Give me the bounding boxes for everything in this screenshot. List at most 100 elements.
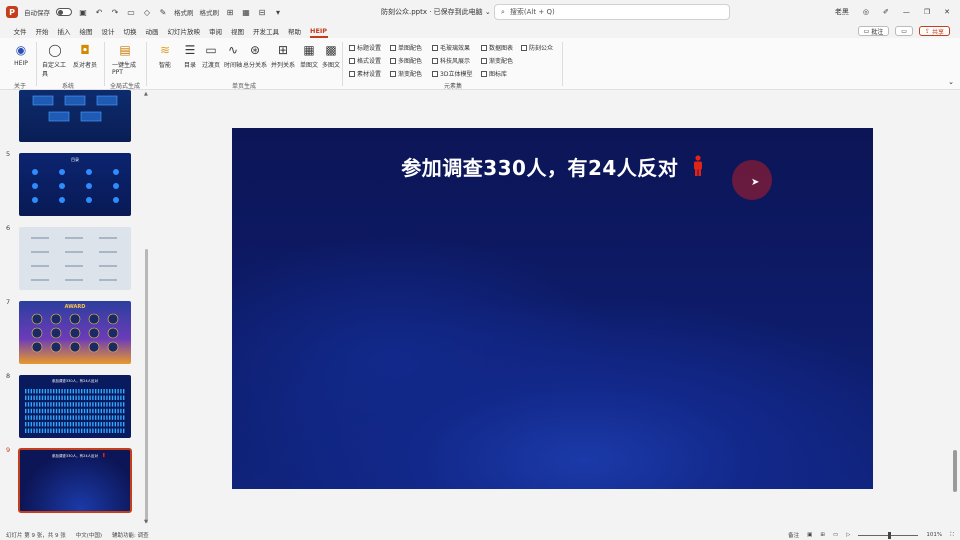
person-mark: [86, 408, 88, 414]
redo-icon[interactable]: ↷: [110, 7, 120, 17]
reading-view-icon[interactable]: ▭: [833, 532, 838, 538]
ribbon-checkbox-9[interactable]: 素材设置: [349, 69, 381, 78]
save-icon[interactable]: ▣: [78, 7, 88, 17]
ribbon-checkbox-6[interactable]: 多图配色: [390, 56, 422, 65]
slide-thumbnail-9-selected[interactable]: 参加调查330人，有24人反对: [18, 448, 132, 513]
file-name[interactable]: 防刻公众.pptx · 已保存到此电脑 ⌄: [381, 7, 491, 17]
menu-tab-9[interactable]: 视图: [227, 24, 249, 38]
slide-thumbnail-8[interactable]: 参加调查330人，有24人反对: [19, 375, 131, 438]
ribbon-checkbox-11[interactable]: 3D立体模型: [432, 69, 472, 78]
undo-icon[interactable]: ↶: [94, 7, 104, 17]
thumbnail-scrollbar[interactable]: ▲ ▼: [144, 91, 149, 525]
fit-slide-icon[interactable]: ⛶: [950, 532, 954, 539]
table-icon[interactable]: ⊞: [225, 7, 235, 17]
pen-icon[interactable]: ✐: [883, 8, 889, 16]
account-icon[interactable]: ◎: [863, 8, 869, 16]
shape-icon[interactable]: ◇: [142, 7, 152, 17]
ribbon-checkbox-0[interactable]: 标题设置: [349, 43, 381, 52]
checkbox-box[interactable]: [432, 70, 438, 77]
menu-tab-8[interactable]: 审阅: [205, 24, 227, 38]
scroll-down-icon[interactable]: ▼: [144, 519, 148, 525]
slide-4-preview: [32, 95, 118, 122]
thumbnail-scrollbar-thumb[interactable]: [145, 249, 148, 523]
comment-button[interactable]: ▭ 批注: [857, 26, 890, 36]
menu-tab-6[interactable]: 动画: [141, 24, 163, 38]
slide-thumbnail-5[interactable]: 目录: [19, 153, 131, 216]
ribbon-button-2[interactable]: ◘ 反对者员: [72, 42, 98, 69]
slideshow-icon[interactable]: ▷: [846, 532, 850, 538]
slide-thumbnail-7[interactable]: AWARD: [19, 301, 131, 364]
share-button[interactable]: ⇪ 共享: [918, 26, 950, 36]
ribbon-button-0[interactable]: ◉ HEIP: [8, 42, 34, 67]
brush-icon[interactable]: ✎: [158, 7, 168, 17]
checkbox-box[interactable]: [481, 57, 487, 64]
ribbon-button-11[interactable]: ▩ 多图文: [318, 42, 344, 69]
ribbon-checkbox-12[interactable]: 图标库: [481, 69, 507, 78]
close-icon[interactable]: ✕: [944, 8, 950, 16]
current-slide[interactable]: 参加调查330人，有24人反对 ➤: [232, 128, 873, 489]
autosave-toggle[interactable]: [56, 8, 72, 16]
checkbox-box[interactable]: [481, 70, 487, 77]
zoom-level[interactable]: 101%: [926, 532, 942, 538]
checkbox-box[interactable]: [432, 57, 438, 64]
menu-tab-4[interactable]: 设计: [97, 24, 119, 38]
minimize-icon[interactable]: —: [903, 8, 910, 16]
slide-title[interactable]: 参加调查330人，有24人反对: [232, 152, 873, 181]
notes-button[interactable]: 备注: [788, 531, 799, 539]
normal-view-icon[interactable]: ▣: [807, 532, 812, 538]
zoom-slider[interactable]: [858, 531, 919, 539]
ribbon-checkbox-5[interactable]: 格式设置: [349, 56, 381, 65]
checkbox-box[interactable]: [349, 70, 355, 77]
ribbon-button-8[interactable]: ⊛ 总分关系: [242, 42, 268, 69]
format-painter-button[interactable]: 格式刷: [174, 7, 194, 17]
slide-thumbnail-6[interactable]: [19, 227, 131, 290]
ribbon-button-1[interactable]: ◯ 自定义工具: [42, 42, 68, 78]
menu-tab-7[interactable]: 幻灯片放映: [163, 24, 205, 38]
menu-tab-0[interactable]: 文件: [9, 24, 31, 38]
accessibility-status[interactable]: 辅助功能: 调查: [112, 531, 149, 539]
restore-icon[interactable]: ❐: [924, 8, 930, 16]
menu-tab-3[interactable]: 绘图: [75, 24, 97, 38]
checkbox-box[interactable]: [349, 44, 355, 51]
checkbox-box[interactable]: [390, 57, 396, 64]
menu-tab-11[interactable]: 帮助: [284, 24, 306, 38]
collapse-ribbon-icon[interactable]: ⌄: [948, 78, 954, 86]
ribbon-button-3[interactable]: ▤ 一键生成PPT: [112, 42, 138, 76]
menu-tab-5[interactable]: 切换: [119, 24, 141, 38]
menu-tab-10[interactable]: 开发工具: [249, 24, 284, 38]
present-button[interactable]: ▭: [895, 26, 913, 36]
ribbon-checkbox-3[interactable]: 数据图表: [481, 43, 513, 52]
checkbox-box[interactable]: [521, 44, 527, 51]
ribbon-checkbox-4[interactable]: 防刻公众: [521, 43, 553, 52]
checkbox-box[interactable]: [481, 44, 487, 51]
ribbon-button-9[interactable]: ⊞ 并列关系: [270, 42, 296, 69]
checkbox-box[interactable]: [432, 44, 438, 51]
ribbon-button-4[interactable]: ≋ 智能: [152, 42, 178, 69]
menu-tab-12[interactable]: HEIP: [306, 24, 332, 38]
user-name[interactable]: 老黑: [835, 7, 849, 17]
checkbox-box[interactable]: [390, 70, 396, 77]
search-box[interactable]: ⌕ 搜索(Alt + Q): [494, 4, 730, 20]
slide-sorter-icon[interactable]: ⊞: [820, 532, 825, 538]
person-mark: [75, 389, 77, 394]
ribbon-checkbox-1[interactable]: 单图配色: [390, 43, 422, 52]
image-icon[interactable]: ▦: [241, 7, 251, 17]
ribbon-checkbox-10[interactable]: 渐变配色: [390, 69, 422, 78]
menu-tab-1[interactable]: 开始: [31, 24, 53, 38]
ribbon-checkbox-7[interactable]: 科技风展示: [432, 56, 470, 65]
layout-icon[interactable]: ▭: [126, 7, 136, 17]
format-painter-button-2[interactable]: 格式刷: [200, 7, 220, 17]
grid-icon[interactable]: ⊟: [257, 7, 267, 17]
ribbon-checkbox-2[interactable]: 毛玻璃效果: [432, 43, 470, 52]
ribbon-checkbox-8[interactable]: 渐变配色: [481, 56, 513, 65]
canvas-scrollbar-thumb[interactable]: [953, 450, 957, 492]
checkbox-box[interactable]: [349, 57, 355, 64]
menu-tab-2[interactable]: 插入: [53, 24, 75, 38]
checkbox-box[interactable]: [390, 44, 396, 51]
person-mark: [27, 422, 30, 427]
scroll-up-icon[interactable]: ▲: [144, 91, 148, 97]
slide-thumbnail-4[interactable]: [19, 90, 131, 142]
canvas-scrollbar[interactable]: [952, 94, 958, 524]
language-indicator[interactable]: 中文(中国): [76, 531, 102, 539]
dropdown-icon[interactable]: ▾: [273, 7, 283, 17]
